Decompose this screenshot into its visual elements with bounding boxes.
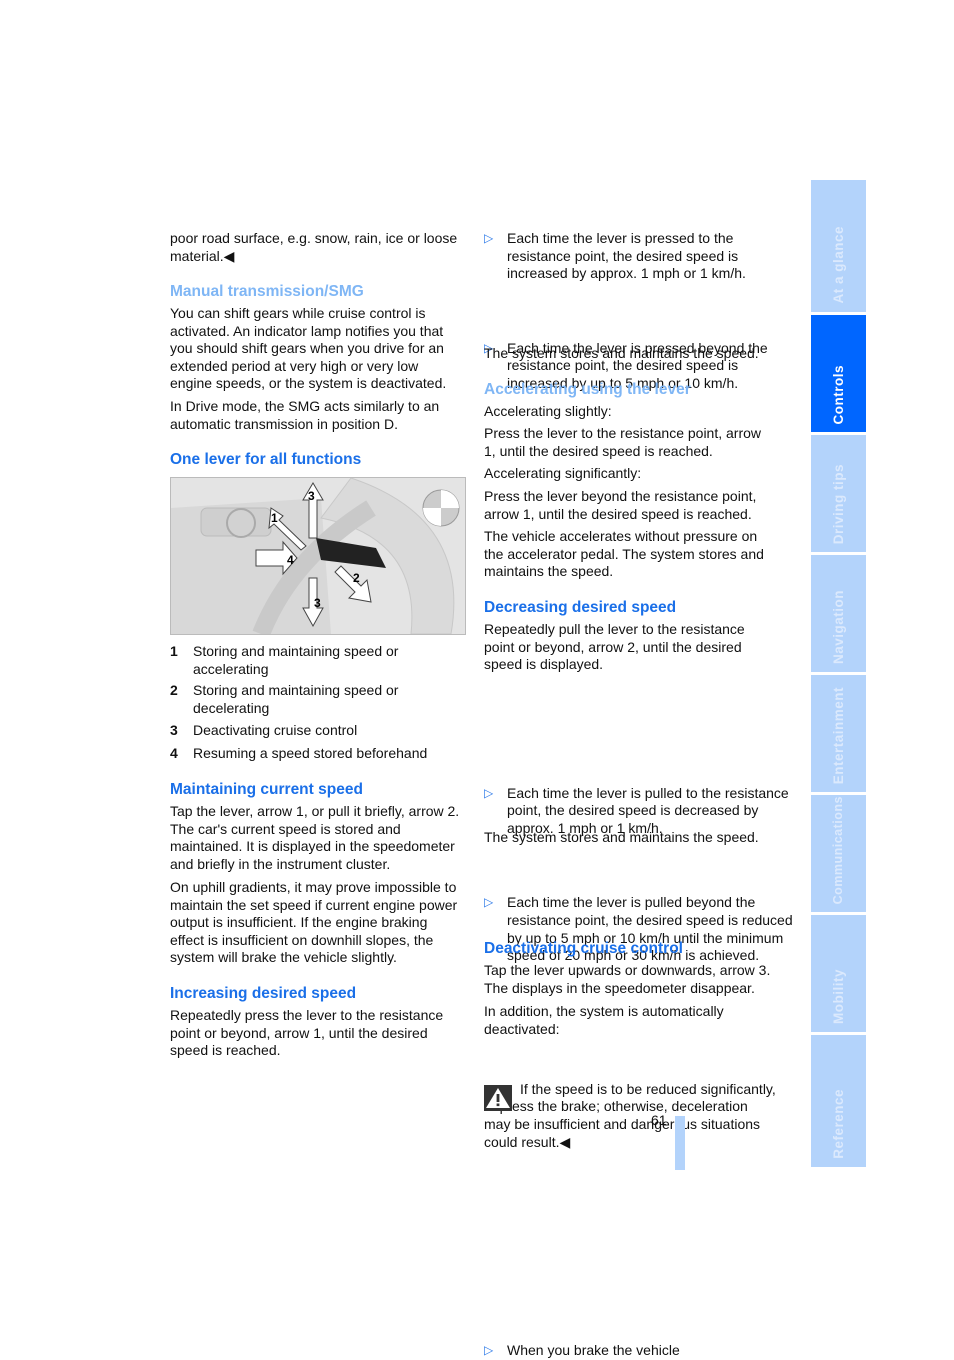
item-number: 4	[170, 744, 178, 761]
item-number: 1	[170, 643, 178, 659]
page-marker-bar	[675, 1116, 685, 1170]
item-text: Resuming a speed stored beforehand	[193, 744, 428, 761]
function-list: 1 Storing and maintaining speed or accele…	[170, 643, 462, 763]
tab-label: Mobility	[830, 969, 846, 1024]
tab-controls[interactable]: Controls	[811, 315, 866, 432]
tab-reference[interactable]: Reference	[811, 1035, 866, 1167]
deactivating-p1: Tap the lever upwards or downwards, arro…	[484, 962, 771, 996]
figure-label-4: 4	[287, 553, 294, 567]
accelerating-p1: Accelerating slightly:	[484, 403, 612, 419]
warning-icon	[484, 1084, 512, 1111]
tab-at-a-glance[interactable]: At a glance	[811, 180, 866, 312]
heading-accelerating: Accelerating using the lever	[484, 381, 691, 398]
page-number: 61	[651, 1112, 667, 1128]
heading-increasing-speed: Increasing desired speed	[170, 985, 357, 1002]
bullet-text: Each time the lever is pressed to the re…	[507, 230, 746, 282]
tab-label: Driving tips	[830, 463, 846, 544]
deactivating-p2: In addition, the system is automatically…	[484, 1003, 724, 1037]
tab-label: Navigation	[830, 589, 846, 664]
tab-entertainment[interactable]: Entertainment	[811, 675, 866, 792]
bullet-item: ▷ Each time the lever is pressed to the r…	[484, 230, 799, 283]
heading-manual-transmission: Manual transmission/SMG	[170, 283, 364, 300]
lever-illustration: 3 1 4 2 3	[170, 477, 466, 635]
item-number: 3	[170, 722, 178, 739]
tab-communications[interactable]: Communications	[811, 795, 866, 912]
accelerating-p3: Accelerating significantly:	[484, 465, 642, 481]
manual-p2: In Drive mode, the SMG acts similarly to…	[170, 398, 440, 432]
tab-label: Entertainment	[830, 686, 846, 784]
accelerating-p2: Press the lever to the resistance point,…	[484, 425, 762, 459]
triangle-right-icon: ▷	[484, 231, 494, 245]
figure-label-3-bottom: 3	[314, 596, 321, 610]
item-text: Storing and maintaining speed or acceler…	[193, 643, 399, 677]
list-item: 4 Resuming a speed stored beforehand	[170, 745, 462, 763]
list-item: 2 Storing and maintaining speed or decele…	[170, 682, 462, 717]
decreasing-after: The system stores and maintains the spee…	[484, 829, 759, 845]
heading-deactivating: Deactivating cruise control	[484, 940, 683, 957]
maintaining-p2: On uphill gradients, it may prove imposs…	[170, 879, 458, 966]
tab-label: Controls	[830, 364, 846, 425]
heading-one-lever: One lever for all functions	[170, 451, 362, 468]
tab-driving-tips[interactable]: Driving tips	[811, 435, 866, 552]
item-text: Storing and maintaining speed or deceler…	[193, 682, 399, 716]
heading-maintaining-speed: Maintaining current speed	[170, 781, 363, 798]
list-item: 1 Storing and maintaining speed or accele…	[170, 643, 462, 678]
increasing-after: The system stores and maintains the spee…	[484, 345, 759, 361]
figure-label-3-top: 3	[308, 489, 315, 503]
item-number: 2	[170, 682, 178, 699]
bullet-text: When you brake the vehicle	[507, 1342, 680, 1359]
tab-label: At a glance	[830, 226, 846, 304]
maintaining-p1: Tap the lever, arrow 1, or pull it brief…	[170, 803, 460, 872]
manual-p1: You can shift gears while cruise control…	[170, 305, 447, 392]
triangle-right-icon: ▷	[484, 895, 494, 910]
tab-label: Reference	[830, 1089, 846, 1159]
figure-label-2: 2	[353, 571, 360, 585]
warning-text: If the speed is to be reduced significan…	[484, 1080, 776, 1150]
accelerating-p4: Press the lever beyond the resistance po…	[484, 488, 757, 522]
decreasing-p1: Repeatedly pull the lever to the resista…	[484, 621, 745, 673]
heading-decreasing: Decreasing desired speed	[484, 599, 677, 616]
accelerating-p5: The vehicle accelerates without pressure…	[484, 528, 764, 580]
tab-mobility[interactable]: Mobility	[811, 915, 866, 1032]
figure-label-1: 1	[271, 511, 278, 525]
tab-navigation[interactable]: Navigation	[811, 555, 866, 672]
item-text: Deactivating cruise control	[193, 722, 358, 739]
triangle-right-icon: ▷	[484, 785, 494, 800]
list-item: 3 Deactivating cruise control	[170, 722, 462, 740]
increasing-p1: Repeatedly press the lever to the resist…	[170, 1007, 444, 1059]
intro-text: poor road surface, e.g. snow, rain, ice …	[170, 230, 458, 264]
tab-label: Communications	[830, 795, 845, 904]
warning-note: If the speed is to be reduced significan…	[484, 1081, 776, 1151]
